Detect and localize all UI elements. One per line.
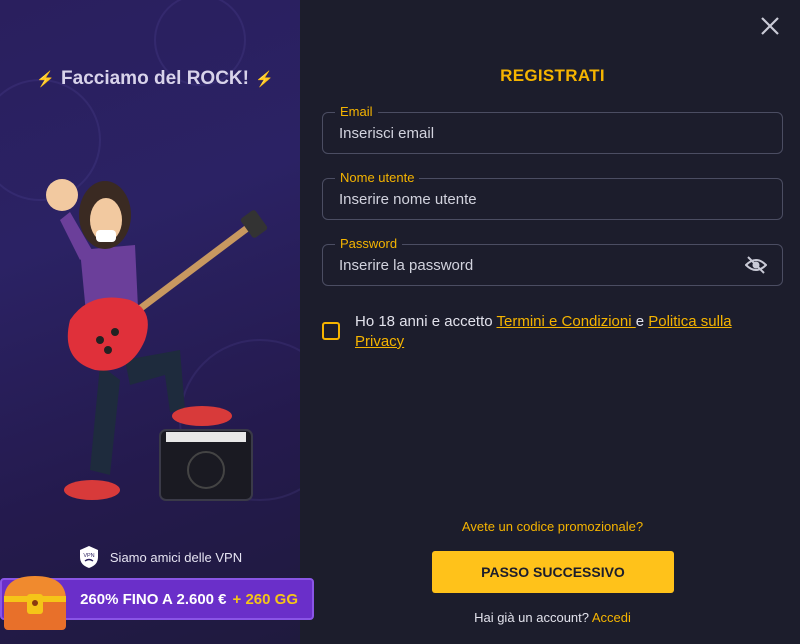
form-title: REGISTRATI	[500, 66, 605, 85]
close-icon[interactable]	[758, 14, 782, 38]
vpn-notice: VPN Siamo amici delle VPN	[0, 545, 320, 569]
promo-code-link[interactable]: Avete un codice promozionale?	[322, 519, 783, 534]
bonus-text: 260% FINO A 2.600 €	[80, 590, 227, 608]
bonus-extra: + 260 GG	[232, 590, 298, 608]
lightning-icon: ⚡	[254, 71, 274, 88]
agree-and: e	[635, 313, 649, 330]
agree-prefix: Ho 18 anni e accetto	[355, 313, 497, 330]
next-step-button[interactable]: PASSO SUCCESSIVO	[432, 551, 674, 593]
tagline-text: Facciamo del ROCK!	[61, 68, 249, 89]
password-field-wrapper: Password	[322, 237, 783, 286]
username-input[interactable]	[323, 179, 782, 219]
username-field-wrapper: Nome utente	[322, 171, 783, 220]
terms-link[interactable]: Termini e Condizioni	[497, 313, 636, 330]
have-account-text: Hai già un account?	[474, 610, 592, 625]
lightning-icon: ⚡	[36, 71, 56, 88]
promo-tagline: ⚡ Facciamo del ROCK! ⚡	[0, 68, 310, 90]
email-input[interactable]	[323, 113, 782, 153]
age-terms-checkbox[interactable]	[322, 322, 340, 340]
agree-text: Ho 18 anni e accetto Termini e Condizion…	[355, 312, 775, 352]
email-field-wrapper: Email	[322, 105, 783, 154]
treasure-chest-icon	[4, 576, 66, 630]
login-link[interactable]: Accedi	[592, 610, 631, 625]
rocker-illustration	[46, 179, 268, 501]
login-prompt: Hai già un account? Accedi	[322, 610, 783, 625]
vpn-text: Siamo amici delle VPN	[109, 549, 243, 565]
password-input[interactable]	[323, 245, 782, 285]
svg-text:VPN: VPN	[83, 553, 94, 559]
vpn-shield-icon: VPN	[79, 546, 98, 568]
eye-off-icon[interactable]	[745, 255, 767, 275]
